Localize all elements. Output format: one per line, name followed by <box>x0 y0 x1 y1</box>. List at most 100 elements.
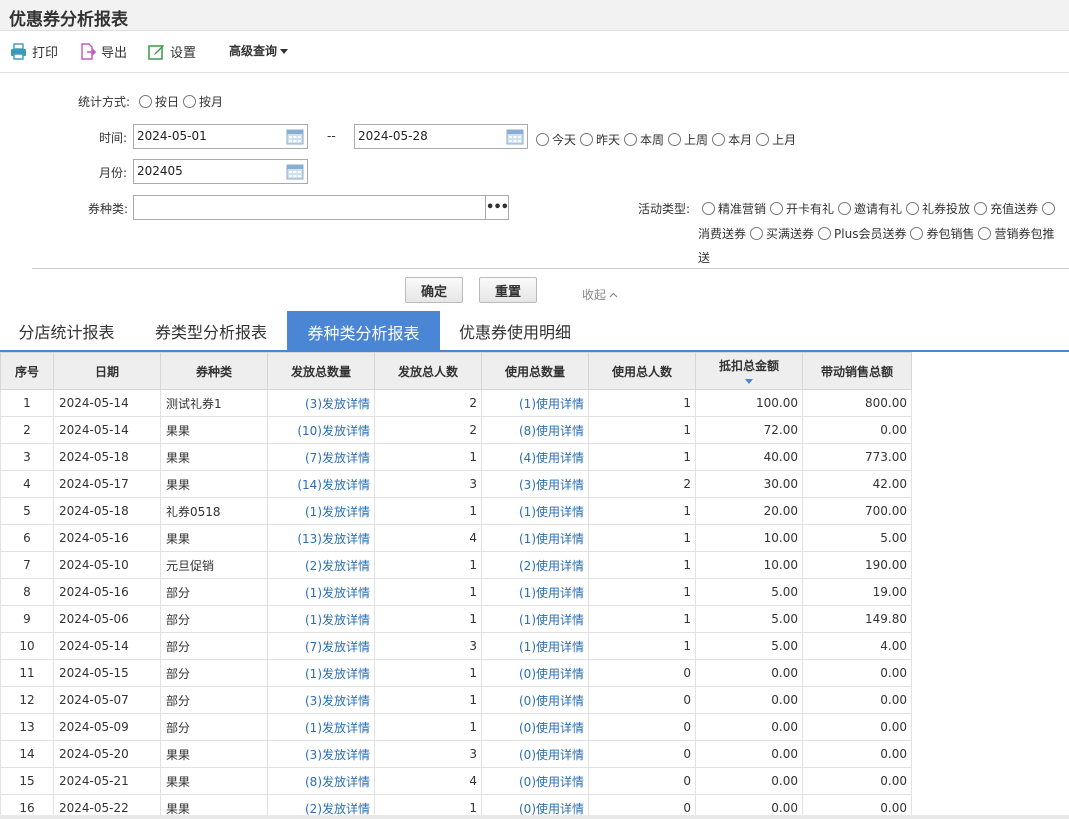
date-from-input[interactable]: 2024-05-01 <box>133 124 308 149</box>
table-cell: 40.00 <box>695 443 803 471</box>
radio-activity[interactable]: 营销券包推 <box>978 225 1055 242</box>
column-header-label: 券种类 <box>195 364 232 379</box>
column-header[interactable]: 发放总数量 <box>267 352 375 390</box>
usage-detail-link[interactable]: (3)使用详情 <box>519 478 584 492</box>
column-header[interactable]: 序号 <box>0 352 54 390</box>
table-cell: (1)发放详情 <box>267 497 375 525</box>
usage-detail-link[interactable]: (1)使用详情 <box>519 640 584 654</box>
printer-icon <box>11 42 26 60</box>
radio-activity[interactable]: 精准营销 <box>702 200 766 217</box>
table-cell: 14 <box>0 740 54 768</box>
radio-activity[interactable]: 开卡有礼 <box>770 200 834 217</box>
usage-detail-link[interactable]: (0)使用详情 <box>519 748 584 762</box>
calendar-icon[interactable] <box>284 161 306 182</box>
calendar-icon[interactable] <box>504 126 526 147</box>
table-cell: 0.00 <box>695 686 803 714</box>
export-label: 导出 <box>101 45 128 61</box>
column-header[interactable]: 券种类 <box>160 352 268 390</box>
radio-today[interactable]: 今天 <box>536 131 576 148</box>
usage-detail-link[interactable]: (0)使用详情 <box>519 667 584 681</box>
table-cell: (14)发放详情 <box>267 470 375 498</box>
issue-detail-link[interactable]: (1)发放详情 <box>305 721 370 735</box>
issue-detail-link[interactable]: (1)发放详情 <box>305 613 370 627</box>
tab-coupon-usage-detail[interactable]: 优惠券使用明细 <box>445 311 585 350</box>
table-cell: 700.00 <box>802 497 912 525</box>
column-header[interactable]: 日期 <box>53 352 161 390</box>
radio-activity[interactable] <box>1042 202 1058 215</box>
issue-detail-link[interactable]: (2)发放详情 <box>305 559 370 573</box>
cell-value: 40.00 <box>763 450 798 464</box>
cell-value: 8 <box>23 585 31 599</box>
usage-detail-link[interactable]: (4)使用详情 <box>519 451 584 465</box>
usage-detail-link[interactable]: (1)使用详情 <box>519 397 584 411</box>
usage-detail-link[interactable]: (8)使用详情 <box>519 424 584 438</box>
confirm-button[interactable]: 确定 <box>405 277 463 303</box>
column-header[interactable]: 带动销售总额 <box>802 352 912 390</box>
issue-detail-link[interactable]: (7)发放详情 <box>305 451 370 465</box>
radio-yesterday[interactable]: 昨天 <box>580 131 620 148</box>
usage-detail-link[interactable]: (1)使用详情 <box>519 613 584 627</box>
month-input[interactable]: 202405 <box>133 159 308 184</box>
radio-by-month[interactable]: 按月 <box>183 93 223 110</box>
radio-activity[interactable]: Plus会员送券 <box>818 225 906 242</box>
usage-detail-link[interactable]: (1)使用详情 <box>519 505 584 519</box>
cell-value: 0.00 <box>880 801 907 815</box>
collapse-toggle[interactable]: 收起 <box>582 286 618 303</box>
issue-detail-link[interactable]: (13)发放详情 <box>297 532 370 546</box>
issue-detail-link[interactable]: (1)发放详情 <box>305 667 370 681</box>
column-header[interactable]: 使用总人数 <box>588 352 696 390</box>
usage-detail-link[interactable]: (1)使用详情 <box>519 586 584 600</box>
issue-detail-link[interactable]: (3)发放详情 <box>305 694 370 708</box>
more-options-icon[interactable]: ••• <box>485 196 509 219</box>
issue-detail-link[interactable]: (14)发放详情 <box>297 478 370 492</box>
table-cell: 部分 <box>160 578 268 606</box>
issue-detail-link[interactable]: (3)发放详情 <box>305 397 370 411</box>
radio-this-week[interactable]: 本周 <box>624 131 664 148</box>
export-button[interactable]: 导出 <box>79 41 127 61</box>
usage-detail-link[interactable]: (1)使用详情 <box>519 532 584 546</box>
issue-detail-link[interactable]: (3)发放详情 <box>305 748 370 762</box>
date-to-input[interactable]: 2024-05-28 <box>354 124 528 149</box>
tab-coupon-kind-analysis[interactable]: 券种类分析报表 <box>287 311 440 352</box>
radio-this-month[interactable]: 本月 <box>712 131 752 148</box>
usage-detail-link[interactable]: (0)使用详情 <box>519 694 584 708</box>
issue-detail-link[interactable]: (10)发放详情 <box>297 424 370 438</box>
issue-detail-link[interactable]: (8)发放详情 <box>305 775 370 789</box>
issue-detail-link[interactable]: (1)发放详情 <box>305 505 370 519</box>
radio-circle <box>818 227 832 240</box>
column-header[interactable]: 使用总数量 <box>481 352 589 390</box>
calendar-icon[interactable] <box>284 126 306 147</box>
issue-detail-link[interactable]: (2)发放详情 <box>305 802 370 816</box>
radio-circle <box>668 133 682 146</box>
radio-by-day[interactable]: 按日 <box>139 93 179 110</box>
advanced-query-dropdown[interactable]: 高级查询 <box>229 42 289 59</box>
stat-mode-label: 统计方式: <box>78 95 131 109</box>
table-cell: 礼券0518 <box>160 497 268 525</box>
usage-detail-link[interactable]: (0)使用详情 <box>519 721 584 735</box>
column-header[interactable]: 抵扣总金额 <box>695 352 803 390</box>
cell-value: 5.00 <box>771 585 798 599</box>
column-header[interactable]: 发放总人数 <box>374 352 482 390</box>
cell-value: 0 <box>683 720 691 734</box>
radio-activity[interactable]: 券包销售 <box>910 225 974 242</box>
settings-button[interactable]: 设置 <box>148 41 196 61</box>
tab-store-stats[interactable]: 分店统计报表 <box>0 311 133 350</box>
issue-detail-link[interactable]: (7)发放详情 <box>305 640 370 654</box>
usage-detail-link[interactable]: (0)使用详情 <box>519 775 584 789</box>
radio-last-month[interactable]: 上月 <box>756 131 796 148</box>
radio-activity[interactable]: 消费送券 <box>698 225 746 242</box>
radio-activity[interactable]: 礼券投放 <box>906 200 970 217</box>
radio-last-week[interactable]: 上周 <box>668 131 708 148</box>
horizontal-scrollbar[interactable] <box>0 815 1069 819</box>
table-cell: 190.00 <box>802 551 912 579</box>
usage-detail-link[interactable]: (0)使用详情 <box>519 802 584 816</box>
radio-activity[interactable]: 邀请有礼 <box>838 200 902 217</box>
tab-coupon-category-analysis[interactable]: 券类型分析报表 <box>140 311 282 350</box>
coupon-type-input[interactable]: ••• <box>133 195 509 220</box>
radio-activity[interactable]: 买满送券 <box>750 225 814 242</box>
usage-detail-link[interactable]: (2)使用详情 <box>519 559 584 573</box>
issue-detail-link[interactable]: (1)发放详情 <box>305 586 370 600</box>
radio-activity[interactable]: 充值送券 <box>974 200 1038 217</box>
print-button[interactable]: 打印 <box>10 41 58 61</box>
reset-button[interactable]: 重置 <box>479 277 537 303</box>
